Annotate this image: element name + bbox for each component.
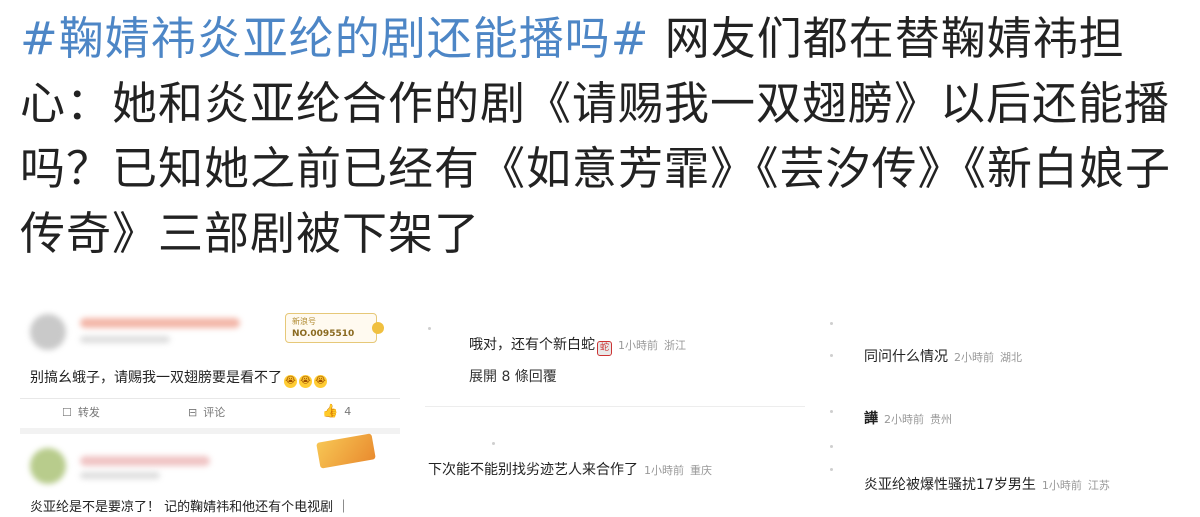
comment-text: 炎亚纶是不是要凉了！ 记的鞠婧祎和他还有个电视剧 ｜ (30, 500, 351, 515)
cry-emoji-icon: 😭 (284, 375, 297, 388)
comment-icon: ⊟ (188, 405, 198, 419)
reply-item: 譁 2小時前 贵州 (864, 408, 952, 428)
reply-location: 重庆 (690, 464, 712, 477)
comment-separator (20, 428, 400, 434)
more-dot (830, 468, 833, 471)
comment-button[interactable]: ⊟ 评论 (188, 404, 225, 420)
reply-divider (425, 406, 805, 407)
comment-text-body: 别搞幺蛾子，请赐我一双翅膀要是看不了 (30, 370, 282, 386)
like-button[interactable]: 👍 4 (322, 404, 351, 419)
more-dot (830, 322, 833, 325)
thumbs-up-icon: 👍 (322, 404, 339, 419)
gift-card-image (316, 433, 376, 469)
comment-label: 评论 (203, 406, 226, 419)
action-divider (20, 398, 400, 399)
username-blurred[interactable] (80, 456, 210, 466)
forward-button[interactable]: ☐ 转发 (62, 404, 100, 420)
reply-time: 2小時前 (884, 413, 924, 426)
like-count: 4 (344, 405, 352, 418)
reply-item: 同问什么情况 2小時前 湖北 (864, 346, 1022, 366)
reply-time: 1小時前 (618, 339, 658, 352)
forward-icon: ☐ (62, 405, 72, 419)
forward-label: 转发 (77, 406, 100, 419)
member-badge: 新浪号 NO.0095510 (285, 313, 377, 343)
reply-location: 贵州 (930, 413, 952, 426)
reply-item: 炎亚纶被爆性骚扰17岁男生 1小時前 江苏 (864, 474, 1110, 494)
cry-emoji-icon: 😭 (314, 375, 327, 388)
avatar[interactable] (30, 314, 66, 350)
reply-location: 江苏 (1087, 479, 1110, 492)
hashtag-link[interactable]: #鞠婧祎炎亚纶的剧还能播吗# (20, 12, 649, 65)
expand-replies-link[interactable]: 展開 8 條回覆 (469, 366, 557, 386)
more-dot (830, 354, 833, 357)
timestamp-blurred (80, 472, 160, 479)
badge-title: 新浪号 (292, 317, 316, 326)
more-dot (830, 410, 833, 413)
reply-time: 1小時前 (1041, 479, 1082, 492)
reply-text: 炎亚纶被爆性骚扰17岁男生 (864, 477, 1036, 493)
more-dot (428, 327, 431, 330)
username-blurred[interactable] (80, 318, 240, 328)
reply-location: 浙江 (664, 339, 686, 352)
reply-text: 下次能不能别找劣迹艺人来合作了 (428, 462, 638, 478)
reply-text: 哦对，还有个新白蛇 (469, 337, 595, 353)
reply-location: 湖北 (1000, 351, 1022, 364)
cry-emoji-icon: 😭 (299, 375, 312, 388)
reply-text: 同问什么情况 (864, 349, 948, 365)
reply-item: 哦对，还有个新白蛇蛇 1小時前 浙江 (469, 334, 686, 356)
reply-time: 1小時前 (644, 464, 684, 477)
reply-item: 下次能不能别找劣迹艺人来合作了 1小時前 重庆 (428, 459, 712, 479)
more-dot (492, 442, 495, 445)
badge-coin-icon (372, 322, 384, 334)
more-dot (830, 445, 833, 448)
badge-number: NO.0095510 (292, 329, 355, 339)
headline-text: #鞠婧祎炎亚纶的剧还能播吗# 网友们都在替鞠婧祎担心：她和炎亚纶合作的剧《请赐我… (20, 6, 1185, 266)
snake-emoji-icon: 蛇 (597, 341, 612, 356)
comment-text: 别搞幺蛾子，请赐我一双翅膀要是看不了 😭 😭 😭 (30, 367, 327, 388)
reply-time: 2小時前 (954, 351, 994, 364)
reply-text: 譁 (864, 411, 878, 427)
timestamp-blurred (80, 336, 170, 343)
avatar[interactable] (30, 448, 66, 484)
